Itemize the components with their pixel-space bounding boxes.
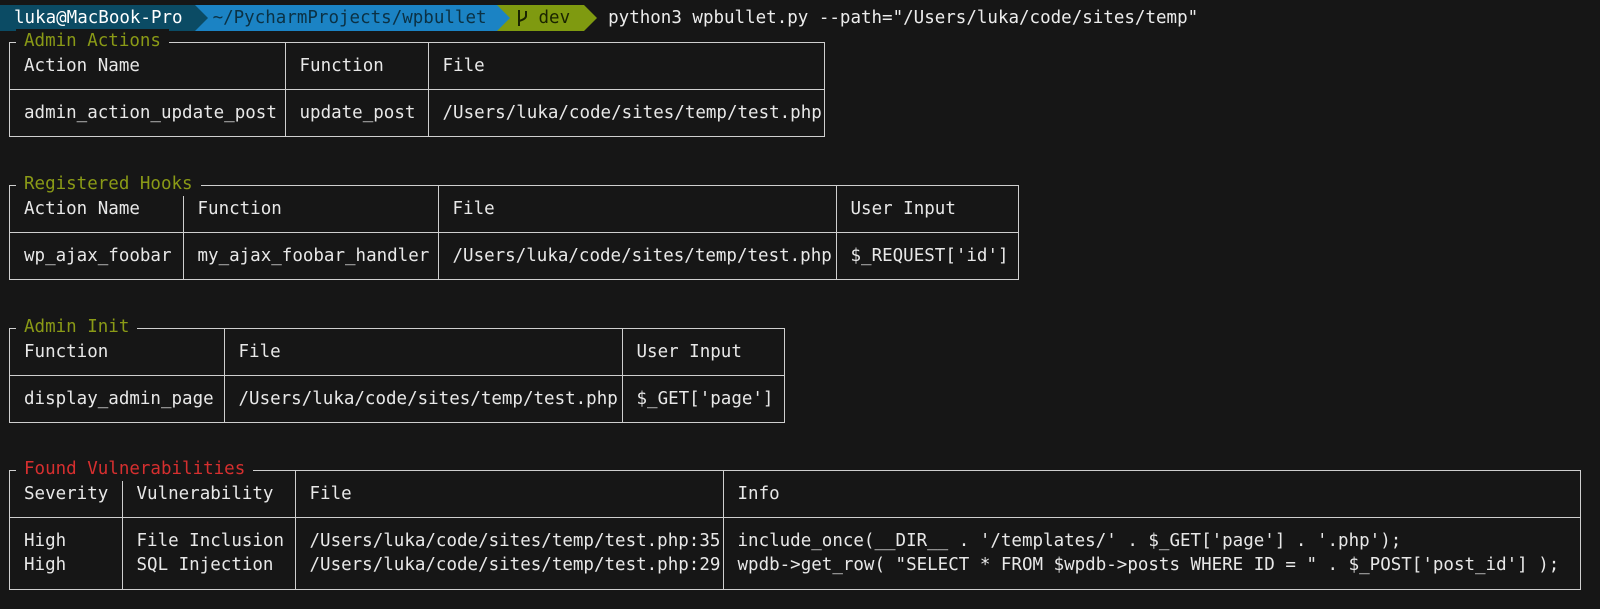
prompt-path: ~/PycharmProjects/wpbullet xyxy=(212,8,487,28)
table-row: High High File Inclusion SQL Injection /… xyxy=(10,516,1580,589)
column-header: File xyxy=(437,186,837,233)
column-header: File xyxy=(427,43,824,90)
vulnerability-value: SQL Injection xyxy=(136,555,274,576)
registered-hooks-table: Action Name Function File User Input wp_… xyxy=(10,186,1018,279)
vulnerability-cell: File Inclusion SQL Injection xyxy=(121,516,296,589)
table-cell: update_post xyxy=(284,88,429,136)
severity-value: High xyxy=(24,531,67,552)
prompt-branch: dev xyxy=(538,8,571,28)
file-cell: /Users/luka/code/sites/temp/test.php:35 … xyxy=(294,516,724,589)
vulnerability-value: File Inclusion xyxy=(136,531,285,552)
column-header: User Input xyxy=(835,186,1018,233)
table-cell: $_REQUEST['id'] xyxy=(835,231,1018,279)
prompt-branch-segment: dev xyxy=(496,5,598,31)
admin-init-title: Admin Init xyxy=(16,315,138,339)
prompt-path-segment: ~/PycharmProjects/wpbullet xyxy=(194,5,510,31)
found-vulnerabilities-title: Found Vulnerabilities xyxy=(16,457,254,481)
info-value: wpdb->get_row( "SELECT * FROM $wpdb->pos… xyxy=(737,555,1560,576)
table-cell: admin_action_update_post xyxy=(10,88,286,136)
column-header: File xyxy=(223,329,623,376)
registered-hooks-panel: Registered Hooks Action Name Function Fi… xyxy=(9,172,1019,280)
column-header: Function xyxy=(182,186,439,233)
file-value: /Users/luka/code/sites/temp/test.php:29 xyxy=(309,555,721,576)
prompt-command: python3 wpbullet.py --path="/Users/luka/… xyxy=(608,8,1199,28)
severity-cell: High High xyxy=(10,516,123,589)
admin-actions-panel: Admin Actions Action Name Function File … xyxy=(9,29,825,137)
table-cell: /Users/luka/code/sites/temp/test.php xyxy=(437,231,837,279)
found-vulnerabilities-panel: Found Vulnerabilities Severity Vulnerabi… xyxy=(9,457,1581,590)
prompt-user-host-segment: luka@MacBook-Pro xyxy=(0,5,208,31)
table-cell: wp_ajax_foobar xyxy=(10,231,184,279)
file-value: /Users/luka/code/sites/temp/test.php:35 xyxy=(309,531,721,552)
column-header: Function xyxy=(284,43,429,90)
table-cell: /Users/luka/code/sites/temp/test.php xyxy=(223,374,623,422)
column-header: Info xyxy=(722,471,1580,518)
admin-actions-table: Action Name Function File admin_action_u… xyxy=(10,43,824,136)
admin-init-panel: Admin Init Function File User Input disp… xyxy=(9,315,785,423)
table-cell: display_admin_page xyxy=(10,374,225,422)
shell-prompt: luka@MacBook-Pro ~/PycharmProjects/wpbul… xyxy=(0,5,1198,31)
info-value: include_once(__DIR__ . '/templates/' . $… xyxy=(737,531,1402,552)
info-cell: include_once(__DIR__ . '/templates/' . $… xyxy=(722,516,1580,589)
prompt-user-host: luka@MacBook-Pro xyxy=(14,8,183,28)
table-cell: $_GET['page'] xyxy=(621,374,784,422)
registered-hooks-title: Registered Hooks xyxy=(16,172,201,196)
table-row: wp_ajax_foobar my_ajax_foobar_handler /U… xyxy=(10,231,1018,279)
table-cell: my_ajax_foobar_handler xyxy=(182,231,439,279)
column-header: User Input xyxy=(621,329,784,376)
admin-actions-title: Admin Actions xyxy=(16,29,169,53)
table-row: display_admin_page /Users/luka/code/site… xyxy=(10,374,784,422)
column-header: File xyxy=(294,471,724,518)
table-row: admin_action_update_post update_post /Us… xyxy=(10,88,824,136)
admin-init-table: Function File User Input display_admin_p… xyxy=(10,329,784,422)
severity-value: High xyxy=(24,555,67,576)
found-vulnerabilities-table: Severity Vulnerability File Info High Hi… xyxy=(10,471,1580,589)
table-cell: /Users/luka/code/sites/temp/test.php xyxy=(427,88,824,136)
git-branch-icon xyxy=(517,10,527,26)
